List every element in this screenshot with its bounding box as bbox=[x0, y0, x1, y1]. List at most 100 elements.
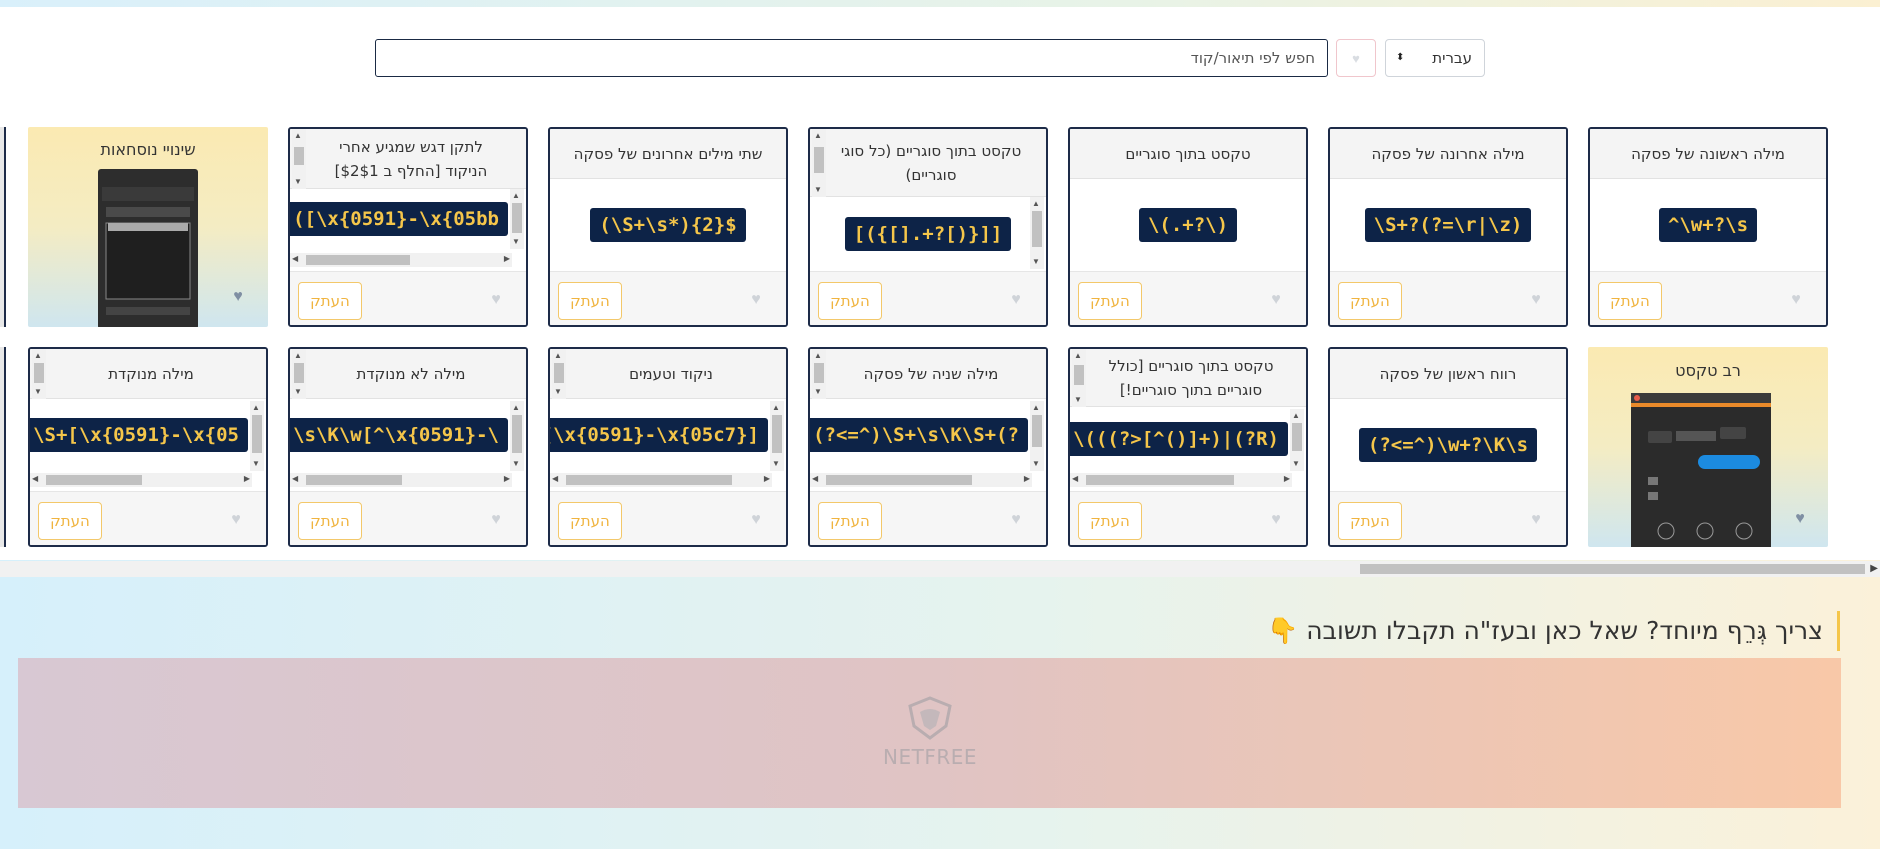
copy-button[interactable]: העתק bbox=[818, 282, 882, 320]
heart-icon[interactable]: ♥ bbox=[1008, 512, 1024, 528]
search-placeholder: חפש לפי תיאור/קוד bbox=[1190, 49, 1315, 67]
card-title: לתקן דגש שמגיע אחרי הניקוד [החלף ב $2$1] bbox=[290, 129, 526, 189]
scroll-right-icon[interactable]: ▶ bbox=[1870, 563, 1878, 574]
select-arrows-icon: ⬍ bbox=[1396, 52, 1405, 63]
code-hscrollbar[interactable]: ◀ ▶ bbox=[1070, 473, 1292, 487]
code-scrollbar[interactable]: ▲ ▼ bbox=[510, 401, 524, 471]
code-hscrollbar[interactable]: ◀ ▶ bbox=[810, 473, 1032, 487]
card-title: שתי מילים אחרונים של פסקה bbox=[550, 129, 786, 179]
regex-card: רווח ראשון של פסקה (?<=^)\w+?\K\s העתק ♥ bbox=[1328, 347, 1568, 547]
partial-card-edge bbox=[0, 127, 6, 327]
regex-code[interactable]: \(.+?\) bbox=[1138, 208, 1238, 242]
question-text: צריך גְּרֵף מיוחד? שאל כאן ובעז"ה תקבלו … bbox=[1306, 616, 1823, 645]
image-card[interactable]: שינויי נוסחאות ♥ bbox=[28, 127, 268, 327]
code-scrollbar[interactable]: ▲ ▼ bbox=[250, 401, 264, 471]
copy-button[interactable]: העתק bbox=[558, 502, 622, 540]
copy-button[interactable]: העתק bbox=[1338, 282, 1402, 320]
copy-button[interactable]: העתק bbox=[1078, 282, 1142, 320]
regex-card: לתקן דגש שמגיע אחרי הניקוד [החלף ב $2$1]… bbox=[288, 127, 528, 327]
heart-icon[interactable]: ♥ bbox=[230, 289, 246, 305]
regex-code[interactable]: [\x{0591}-\x{05c7}] bbox=[550, 418, 768, 452]
regex-card: מילה מנוקדת ▲ ▼ \S+[\x{0591}-\x{05 ▲ ▼ ◀ ▶ … bbox=[28, 347, 268, 547]
regex-code[interactable]: ([\x{0591}-\x{05bb bbox=[290, 202, 508, 236]
copy-button[interactable]: העתק bbox=[298, 282, 362, 320]
title-scrollbar[interactable]: ▲ ▼ bbox=[292, 349, 306, 399]
heart-icon[interactable]: ♥ bbox=[228, 512, 244, 528]
copy-button[interactable]: העתק bbox=[558, 282, 622, 320]
partial-card-edge bbox=[0, 347, 6, 547]
regex-code[interactable]: (?<=^)\S+\s\K\S+(? bbox=[810, 418, 1028, 452]
pointing-down-icon: 👇 bbox=[1267, 616, 1299, 645]
regex-card: מילה לא מנוקדת ▲ ▼ \s\K\w[^\x{0591}-\ ▲ ▼ … bbox=[288, 347, 528, 547]
regex-card: טקסט בתוך סוגריים [כולל סוגריים בתוך סוג… bbox=[1068, 347, 1308, 547]
card-title: מילה אחרונה של פסקה bbox=[1330, 129, 1566, 179]
heart-icon[interactable]: ♥ bbox=[488, 292, 504, 308]
image-card[interactable]: רב טקסט ♥ bbox=[1588, 347, 1828, 547]
regex-code[interactable]: (?<=^)\w+?\K\s bbox=[1358, 428, 1538, 462]
code-hscrollbar[interactable]: ◀ ▶ bbox=[30, 473, 252, 487]
code-scrollbar[interactable]: ▲ ▼ bbox=[1030, 401, 1044, 471]
title-scrollbar[interactable]: ▲ ▼ bbox=[812, 129, 826, 197]
title-scrollbar[interactable]: ▲ ▼ bbox=[32, 349, 46, 399]
card-title: מילה ראשונה של פסקה bbox=[1590, 129, 1826, 179]
help-question: צריך גְּרֵף מיוחד? שאל כאן ובעז"ה תקבלו … bbox=[1267, 611, 1840, 651]
page-horizontal-scrollbar[interactable]: ▶ bbox=[0, 561, 1880, 577]
copy-button[interactable]: העתק bbox=[1598, 282, 1662, 320]
copy-button[interactable]: העתק bbox=[38, 502, 102, 540]
netfree-logo: NETFREE bbox=[880, 696, 980, 776]
heart-icon[interactable]: ♥ bbox=[1792, 511, 1808, 527]
heart-icon[interactable]: ♥ bbox=[1528, 292, 1544, 308]
heart-icon[interactable]: ♥ bbox=[1008, 292, 1024, 308]
code-scrollbar[interactable]: ▲ ▼ bbox=[510, 189, 524, 249]
regex-card: שתי מילים אחרונים של פסקה (\S+\s*){2}$ ה… bbox=[548, 127, 788, 327]
regex-code[interactable]: ^\w+?\s bbox=[1658, 208, 1758, 242]
heart-icon[interactable]: ♥ bbox=[488, 512, 504, 528]
regex-code[interactable]: [({[].+?[)}]] bbox=[844, 217, 1012, 251]
regex-card: ניקוד וטעמים ▲ ▼ [\x{0591}-\x{05c7}] ▲ ▼ ◀… bbox=[548, 347, 788, 547]
heart-icon[interactable]: ♥ bbox=[1528, 512, 1544, 528]
heart-icon[interactable]: ♥ bbox=[1268, 512, 1284, 528]
card-title: מילה שניה של פסקה bbox=[810, 349, 1046, 399]
heart-icon[interactable]: ♥ bbox=[1268, 292, 1284, 308]
scrollbar-thumb[interactable] bbox=[1360, 564, 1865, 574]
heart-icon[interactable]: ♥ bbox=[748, 512, 764, 528]
language-select-value: עברית bbox=[1432, 49, 1472, 67]
title-scrollbar[interactable]: ▲ ▼ bbox=[552, 349, 566, 399]
search-input[interactable]: חפש לפי תיאור/קוד bbox=[375, 39, 1328, 77]
regex-code[interactable]: (\S+\s*){2}$ bbox=[590, 208, 746, 242]
regex-code[interactable]: \S+[\x{0591}-\x{05 bbox=[30, 418, 248, 452]
regex-card: טקסט בתוך סוגריים \(.+?\) העתק ♥ bbox=[1068, 127, 1308, 327]
copy-button[interactable]: העתק bbox=[1078, 502, 1142, 540]
code-scrollbar[interactable]: ▲ ▼ bbox=[1030, 197, 1044, 269]
netfree-logo-text: NETFREE bbox=[883, 745, 977, 769]
top-gradient-bar bbox=[0, 0, 1880, 7]
heart-icon[interactable]: ♥ bbox=[748, 292, 764, 308]
copy-button[interactable]: העתק bbox=[818, 502, 882, 540]
language-select[interactable]: עברית ⬍ bbox=[1385, 39, 1485, 77]
regex-code[interactable]: \S+?(?=\r|\z) bbox=[1364, 208, 1532, 242]
code-scrollbar[interactable]: ▲ ▼ bbox=[770, 401, 784, 471]
card-title: רווח ראשון של פסקה bbox=[1330, 349, 1566, 399]
title-scrollbar[interactable]: ▲ ▼ bbox=[1072, 349, 1086, 407]
regex-card: טקסט בתוך סוגריים (כל סוגי סוגריים) ▲ ▼ [… bbox=[808, 127, 1048, 327]
code-hscrollbar[interactable]: ◀ ▶ bbox=[290, 253, 512, 267]
favorites-filter-button[interactable]: ♥ bbox=[1336, 39, 1376, 77]
regex-code[interactable]: \(((?>[^()]+)|(?R) bbox=[1070, 422, 1288, 456]
title-scrollbar[interactable]: ▲ ▼ bbox=[292, 129, 306, 189]
code-hscrollbar[interactable]: ◀ ▶ bbox=[550, 473, 772, 487]
card-title: מילה מנוקדת bbox=[30, 349, 266, 399]
title-scrollbar[interactable]: ▲ ▼ bbox=[812, 349, 826, 399]
card-title: טקסט בתוך סוגריים (כל סוגי סוגריים) bbox=[810, 129, 1046, 197]
regex-card: מילה אחרונה של פסקה \S+?(?=\r|\z) העתק ♥ bbox=[1328, 127, 1568, 327]
card-title: טקסט בתוך סוגריים [כולל סוגריים בתוך סוג… bbox=[1070, 349, 1306, 407]
copy-button[interactable]: העתק bbox=[1338, 502, 1402, 540]
regex-card: מילה שניה של פסקה ▲ ▼ (?<=^)\S+\s\K\S+(? … bbox=[808, 347, 1048, 547]
code-hscrollbar[interactable]: ◀ ▶ bbox=[290, 473, 512, 487]
copy-button[interactable]: העתק bbox=[298, 502, 362, 540]
code-scrollbar[interactable]: ▲ ▼ bbox=[1290, 409, 1304, 471]
regex-code[interactable]: \s\K\w[^\x{0591}-\ bbox=[290, 418, 508, 452]
regex-card: מילה ראשונה של פסקה ^\w+?\s העתק ♥ bbox=[1588, 127, 1828, 327]
card-title: ניקוד וטעמים bbox=[550, 349, 786, 399]
heart-icon[interactable]: ♥ bbox=[1788, 292, 1804, 308]
card-title: טקסט בתוך סוגריים bbox=[1070, 129, 1306, 179]
